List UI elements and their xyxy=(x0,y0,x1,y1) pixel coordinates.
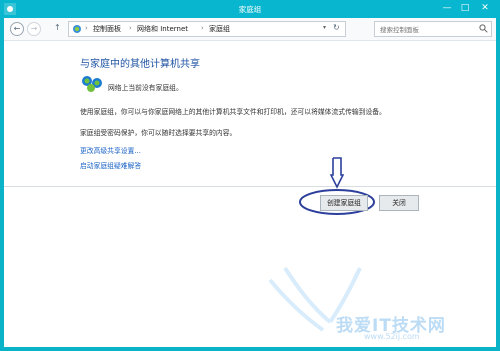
breadcrumb-separator-icon: › xyxy=(85,24,88,32)
watermark-url: www.52ij.com xyxy=(364,332,420,341)
minimize-button[interactable]: — xyxy=(440,2,454,15)
troubleshooter-link[interactable]: 启动家庭组疑难解答 xyxy=(80,160,141,170)
search-input[interactable] xyxy=(378,23,478,36)
maximize-button[interactable]: □ xyxy=(458,2,472,15)
refresh-icon[interactable]: ↻ xyxy=(333,23,340,32)
forward-button[interactable]: → xyxy=(27,22,41,36)
breadcrumb-network-internet[interactable]: 网络和 Internet xyxy=(137,24,188,34)
back-button[interactable]: ← xyxy=(10,22,24,36)
search-box[interactable] xyxy=(374,21,492,37)
title-bar: 家庭组 — □ ✕ xyxy=(0,0,500,18)
breadcrumb-homegroup[interactable]: 家庭组 xyxy=(209,24,230,34)
breadcrumb-separator-icon: › xyxy=(129,24,132,32)
address-bar[interactable]: › 控制面板 › 网络和 Internet › 家庭组 ▾ ↻ xyxy=(68,21,346,37)
create-homegroup-button[interactable]: 创建家庭组 xyxy=(320,195,368,211)
address-dropdown-icon[interactable]: ▾ xyxy=(323,24,326,31)
down-arrow-annotation-icon xyxy=(330,157,344,189)
homegroup-icon xyxy=(82,76,102,92)
up-button[interactable]: ↑ xyxy=(54,23,61,32)
password-note: 家庭组受密码保护，你可以随时选择要共享的内容。 xyxy=(80,129,237,137)
window-title: 家庭组 xyxy=(238,5,262,14)
navigation-bar: ← → ↑ › 控制面板 › 网络和 Internet › 家庭组 ▾ ↻ xyxy=(4,18,496,41)
page-title: 与家庭中的其他计算机共享 xyxy=(80,59,200,70)
content-area: ← → ↑ › 控制面板 › 网络和 Internet › 家庭组 ▾ ↻ 搜索… xyxy=(4,18,496,347)
breadcrumb-separator-icon: › xyxy=(201,24,204,32)
network-icon xyxy=(73,25,81,33)
search-icon[interactable] xyxy=(479,24,488,33)
breadcrumb-control-panel[interactable]: 控制面板 xyxy=(93,24,121,34)
divider xyxy=(4,186,496,187)
homegroup-description: 使用家庭组，你可以与你家庭网络上的其他计算机共享文件和打印机，还可以将媒体流式传… xyxy=(80,108,386,116)
close-button[interactable]: 关闭 xyxy=(379,195,419,211)
close-window-button[interactable]: ✕ xyxy=(478,2,492,15)
window-frame: 家庭组 — □ ✕ ← → ↑ › 控制面板 › 网络和 Internet › … xyxy=(0,0,500,351)
homegroup-status: 网络上当前没有家庭组。 xyxy=(108,84,183,92)
advanced-sharing-link[interactable]: 更改高级共享设置... xyxy=(80,145,141,155)
